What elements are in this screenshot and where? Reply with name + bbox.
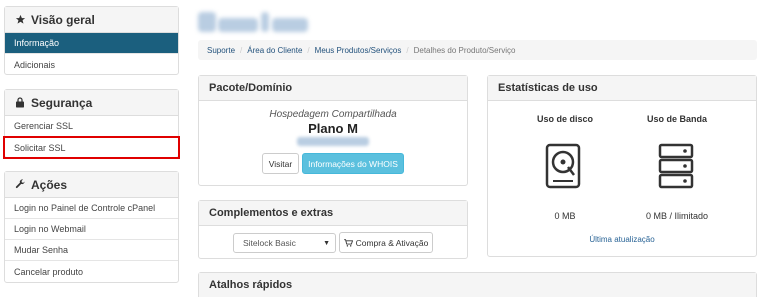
security-header: Segurança — [5, 90, 178, 116]
usage-stats-card: Estatísticas de uso Uso de disco Uso de … — [487, 75, 757, 257]
addons-card-title: Complementos e extras — [199, 201, 467, 226]
sidebar-item-label: Informação — [14, 38, 60, 48]
breadcrumb-separator: / — [406, 45, 409, 55]
overview-header: Visão geral — [5, 7, 178, 33]
sidebar-item-label: Login no Webmail — [14, 224, 86, 234]
breadcrumb-area-cliente[interactable]: Área do Cliente — [247, 46, 302, 55]
breadcrumb-meus-produtos[interactable]: Meus Produtos/Serviços — [315, 46, 402, 55]
addons-card: Complementos e extras Sitelock Basic ▼ C… — [198, 200, 468, 259]
actions-title: Ações — [31, 177, 68, 192]
sidebar-item-cancelar-produto[interactable]: Cancelar produto — [5, 261, 178, 282]
overview-title: Visão geral — [31, 12, 95, 27]
wrench-icon — [14, 179, 26, 191]
buy-activate-label: Compra & Ativação — [355, 237, 429, 248]
disk-usage-label: Uso de disco — [536, 114, 593, 124]
breadcrumb-separator: / — [240, 45, 243, 55]
overview-panel: Visão geral Informação Adicionais — [4, 6, 179, 75]
package-name: Plano M — [308, 121, 358, 136]
server-icon — [658, 143, 694, 191]
sidebar-item-label: Gerenciar SSL — [14, 121, 74, 131]
last-update-link[interactable]: Última atualização — [488, 235, 756, 244]
visit-button[interactable]: Visitar — [262, 153, 299, 174]
lock-icon — [14, 97, 26, 109]
chevron-down-icon: ▼ — [323, 240, 330, 247]
bandwidth-usage-label: Uso de Banda — [646, 114, 707, 124]
buy-activate-button[interactable]: Compra & Ativação — [339, 232, 433, 253]
highlight-box — [3, 136, 180, 159]
sidebar-item-login-cpanel[interactable]: Login no Painel de Controle cPanel — [5, 198, 178, 219]
addon-select-value: Sitelock Basic — [243, 238, 296, 248]
hard-drive-icon — [545, 143, 581, 191]
sidebar-item-adicionais[interactable]: Adicionais — [5, 54, 178, 75]
breadcrumb-separator: / — [307, 45, 310, 55]
actions-panel: Ações Login no Painel de Controle cPanel… — [4, 171, 179, 283]
star-icon — [14, 14, 26, 26]
sidebar-item-label: Cancelar produto — [14, 266, 84, 277]
sidebar-item-label: Mudar Senha — [14, 245, 69, 255]
sidebar-item-gerenciar-ssl[interactable]: Gerenciar SSL — [5, 116, 178, 137]
actions-header: Ações — [5, 172, 178, 198]
security-title: Segurança — [31, 95, 93, 110]
sidebar-item-informacao[interactable]: Informação — [5, 33, 178, 54]
quick-links-card: Atalhos rápidos — [198, 272, 757, 297]
disk-usage-value: 0 MB — [554, 211, 576, 221]
cart-icon — [343, 238, 353, 247]
sidebar-item-label: Adicionais — [14, 59, 56, 70]
whois-button[interactable]: Informações do WHOIS — [302, 153, 404, 174]
package-domain-redacted — [297, 137, 369, 146]
bandwidth-usage-value: 0 MB / Ilimitado — [645, 211, 709, 221]
sidebar-item-label: Login no Painel de Controle cPanel — [14, 203, 156, 213]
package-card-title: Pacote/Domínio — [199, 76, 467, 101]
addon-select[interactable]: Sitelock Basic ▼ — [233, 233, 336, 253]
package-card: Pacote/Domínio Hospedagem Compartilhada … — [198, 75, 468, 186]
quick-links-title: Atalhos rápidos — [199, 273, 756, 297]
breadcrumb-current: Detalhes do Produto/Serviço — [413, 45, 516, 55]
page-title-redacted — [198, 8, 310, 34]
sidebar-item-login-webmail[interactable]: Login no Webmail — [5, 219, 178, 240]
breadcrumb: Suporte / Área do Cliente / Meus Produto… — [198, 40, 757, 60]
sidebar-item-mudar-senha[interactable]: Mudar Senha — [5, 240, 178, 261]
package-group: Hospedagem Compartilhada — [269, 109, 397, 120]
usage-stats-title: Estatísticas de uso — [488, 76, 756, 101]
breadcrumb-suporte[interactable]: Suporte — [207, 46, 235, 55]
